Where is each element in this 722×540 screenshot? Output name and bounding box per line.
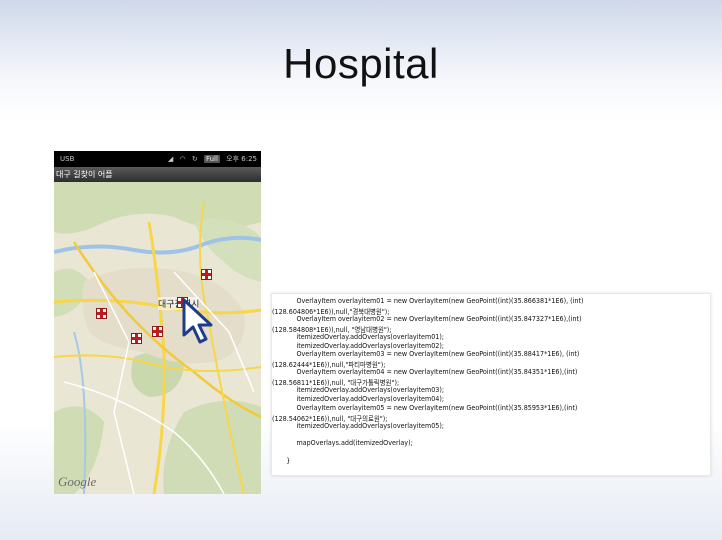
map-view[interactable]: 대구광역시 Google: [54, 182, 261, 494]
hospital-marker[interactable]: [201, 269, 212, 280]
status-bar: USB ◢ ◠ ↻ Full 오후 6:25: [54, 151, 261, 167]
pointer-cursor-icon: [182, 298, 213, 344]
code-line: itemizedOverlay.addOverlays(overlayitem0…: [272, 421, 445, 430]
slide-title: Hospital: [283, 40, 439, 87]
wifi-icon: ◠: [179, 155, 186, 163]
hospital-marker[interactable]: [96, 308, 107, 319]
status-right: ◢ ◠ ↻ Full 오후 6:25: [164, 154, 257, 164]
sync-icon: ↻: [191, 155, 198, 163]
hospital-marker[interactable]: [152, 326, 163, 337]
code-line: OverlayItem overlayitem02 = new OverlayI…: [272, 314, 582, 323]
code-line: mapOverlays.add(itemizedOverlay);: [272, 439, 413, 448]
app-title-bar: 대구 길찾이 어플: [54, 167, 261, 182]
code-line: itemizedOverlay.addOverlays(overlayitem0…: [272, 332, 445, 341]
google-logo: Google: [58, 474, 97, 489]
code-snippet-panel: OverlayItem overlayitem01 = new OverlayI…: [271, 293, 711, 476]
signal-icon: ◢: [167, 155, 174, 163]
battery-full-badge: Full: [203, 155, 220, 163]
code-line: OverlayItem overlayitem01 = new OverlayI…: [272, 297, 584, 305]
code-line: OverlayItem overlayitem03 = new OverlayI…: [272, 350, 580, 359]
code-line: itemizedOverlay.addOverlays(overlayitem0…: [272, 386, 445, 394]
phone-screenshot: USB ◢ ◠ ↻ Full 오후 6:25 대구 길찾이 어플 Google: [54, 151, 261, 494]
code-line: itemizedOverlay.addOverlays(overlayitem0…: [272, 341, 445, 350]
map-canvas[interactable]: [54, 182, 261, 494]
code-line: itemizedOverlay.addOverlays(overlayitem0…: [272, 394, 445, 403]
code-line: }: [272, 457, 291, 466]
code-line: OverlayItem overlayitem04 = new OverlayI…: [272, 368, 578, 377]
status-time: 오후 6:25: [226, 155, 257, 163]
code-line: OverlayItem overlayitem05 = new OverlayI…: [272, 403, 578, 412]
hospital-marker[interactable]: [131, 333, 142, 344]
usb-indicator: USB: [60, 155, 75, 163]
